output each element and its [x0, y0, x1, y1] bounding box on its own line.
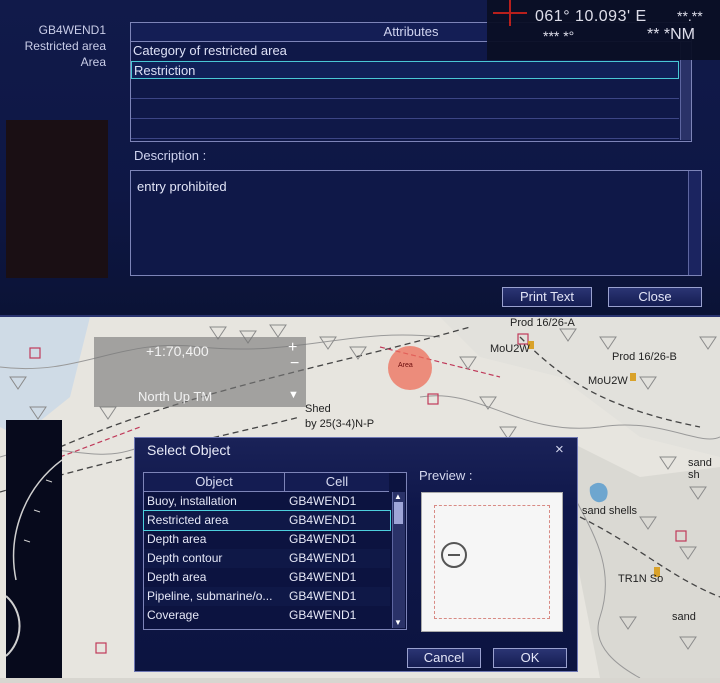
chart-label: sand shells — [582, 505, 638, 517]
preview-area-outline — [434, 505, 550, 619]
chart-label: MoU2W — [588, 375, 628, 387]
scale-orientation-panel: +1:70,400 + − North Up TM ▼ — [94, 337, 306, 407]
scroll-down-icon[interactable]: ▼ — [394, 618, 402, 627]
chart-label: sand — [672, 611, 696, 623]
object-cell-name: GB4WEND1 — [38, 23, 106, 37]
select-object-dialog: Select Object × Object Cell Buoy, instal… — [134, 437, 578, 672]
table-row[interactable]: Depth area GB4WEND1 — [144, 530, 390, 549]
chart-label: MoU2W — [490, 343, 530, 355]
crosshair-icon — [493, 12, 527, 14]
row-object-name: Depth area — [147, 532, 207, 546]
attribute-row[interactable] — [131, 81, 679, 99]
chart-label: Prod 16/26-A — [510, 317, 575, 329]
attribute-row-selected[interactable]: Restriction — [131, 61, 679, 79]
entry-prohibited-icon — [441, 542, 467, 568]
dialog-title: Select Object — [147, 442, 231, 458]
table-row[interactable]: Buoy, installation GB4WEND1 — [144, 492, 390, 511]
row-cell-name: GB4WEND1 — [289, 513, 357, 527]
row-cell-name: GB4WEND1 — [289, 608, 357, 622]
table-row[interactable]: Depth contour GB4WEND1 — [144, 549, 390, 568]
object-type-name: Restricted area — [24, 39, 106, 53]
table-row[interactable]: Depth area GB4WEND1 — [144, 568, 390, 587]
chart-label: by 25(3-4)N-P — [305, 418, 375, 430]
row-cell-name: GB4WEND1 — [289, 570, 357, 584]
close-button[interactable]: Close — [608, 287, 702, 307]
longitude-readout: 061° 10.093' E — [535, 8, 647, 25]
compass-icon — [5, 459, 63, 657]
attribute-row[interactable] — [131, 121, 679, 139]
cancel-button[interactable]: Cancel — [407, 648, 481, 668]
row-object-name: Restricted area — [147, 513, 229, 527]
chart-label: sand sh — [688, 457, 712, 481]
platform-marker — [630, 373, 636, 381]
scroll-thumb[interactable] — [394, 502, 403, 524]
readout-masked-value: **.** — [677, 8, 703, 24]
preview-label: Preview : — [419, 468, 473, 483]
readout-masked-distance: ** *NM — [647, 26, 696, 43]
scroll-up-icon[interactable]: ▲ — [394, 492, 402, 501]
restricted-area-mark[interactable]: Area — [388, 346, 432, 390]
row-object-name: Depth area — [147, 570, 207, 584]
table-row[interactable]: Pipeline, submarine/o... GB4WEND1 — [144, 587, 390, 606]
chart-label: TR1N So — [618, 573, 664, 585]
column-header-cell[interactable]: Cell — [285, 473, 389, 492]
restricted-area-mark-label: Area — [398, 362, 413, 369]
object-info-panel: GB4WEND1 Restricted area Area Attributes… — [0, 0, 720, 317]
chart-scale: +1:70,400 — [146, 343, 209, 359]
table-row[interactable]: Restricted area GB4WEND1 — [143, 510, 391, 531]
dropdown-arrow-icon[interactable]: ▼ — [288, 389, 299, 401]
row-cell-name: GB4WEND1 — [289, 551, 357, 565]
row-cell-name: GB4WEND1 — [289, 494, 357, 508]
row-object-name: Coverage — [147, 608, 200, 622]
chart-label: Prod 16/26-B — [612, 351, 677, 363]
close-icon[interactable]: × — [555, 441, 564, 458]
print-text-button[interactable]: Print Text — [502, 287, 592, 307]
attribute-row[interactable] — [131, 101, 679, 119]
entry-prohibited-icon-bar — [448, 554, 460, 556]
preview-box — [421, 492, 563, 632]
table-row[interactable]: Coverage GB4WEND1 — [144, 606, 390, 625]
orientation-mode[interactable]: North Up TM — [138, 389, 212, 404]
description-label: Description : — [134, 148, 207, 163]
readout-masked-bearing: *** *° — [543, 28, 575, 44]
row-object-name: Depth contour — [147, 551, 223, 565]
table-scrollbar[interactable]: ▲ ▼ — [392, 492, 405, 628]
description-text: entry prohibited — [137, 179, 227, 194]
row-object-name: Pipeline, submarine/o... — [147, 589, 273, 603]
row-cell-name: GB4WEND1 — [289, 532, 357, 546]
row-object-name: Buoy, installation — [147, 494, 237, 508]
instrument-panel — [5, 420, 63, 678]
description-scrollbar[interactable] — [688, 171, 701, 275]
deep-area — [440, 317, 720, 457]
position-readout: 061° 10.093' E **.** *** *° ** *NM — [487, 0, 720, 60]
zoom-out-button[interactable]: − — [290, 355, 299, 373]
object-geometry: Area — [80, 55, 106, 69]
side-dark-panel — [6, 120, 108, 278]
chart-label: Shed — [305, 403, 331, 415]
column-header-object[interactable]: Object — [144, 473, 285, 492]
description-textbox[interactable]: entry prohibited — [130, 170, 702, 276]
object-info-lines: GB4WEND1 Restricted area Area — [6, 22, 106, 70]
object-rows: Buoy, installation GB4WEND1 Restricted are… — [143, 492, 391, 628]
ok-button[interactable]: OK — [493, 648, 567, 668]
object-table: Object Cell Buoy, installation GB4WEND1 Re… — [143, 472, 407, 630]
row-cell-name: GB4WEND1 — [289, 589, 357, 603]
